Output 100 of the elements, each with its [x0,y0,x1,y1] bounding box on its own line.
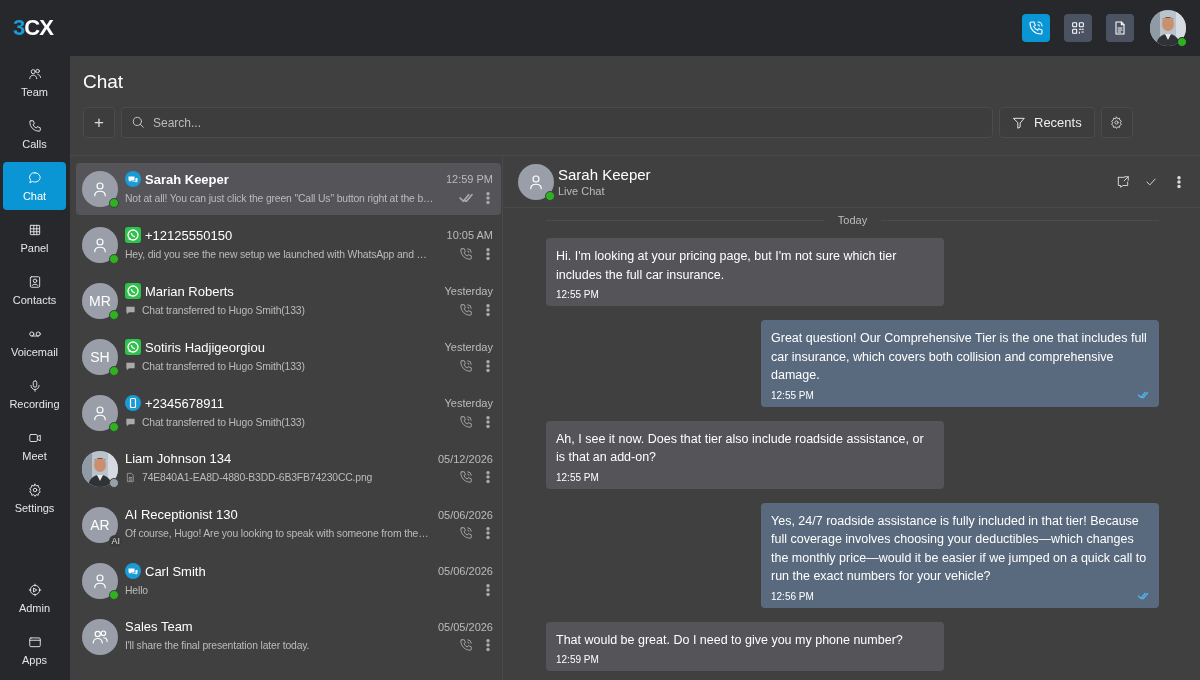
message-preview: Hey, did you see the new setup we launched with WhatsApp and … [125,248,428,260]
phone-icon[interactable] [459,470,473,484]
more-icon[interactable] [483,470,493,484]
message-time: Yesterday [444,397,493,409]
contact-name: Sotiris Hadjigeorgiou [145,339,265,355]
more-icon[interactable] [483,638,493,652]
conversation-item[interactable]: Sales Team 05/05/2026 I'll share the final presentation later today. [76,611,501,663]
message-text: That would be great. Do I need to give you my phone number? [556,631,904,649]
more-icon[interactable] [483,303,493,317]
people-icon [27,66,42,81]
message-time: 05/05/2026 [437,620,493,633]
contact-card-icon [27,274,42,289]
message-time: 10:05 AM [446,229,493,241]
phone-icon[interactable] [459,359,473,373]
conversation-item[interactable]: +2345678911 Yesterday Chat transferred to Hugo Smith(133) [76,387,501,439]
nav-item[interactable]: Panel [3,214,66,262]
nav-item[interactable]: Contacts [3,266,66,314]
nav-item[interactable]: Apps [3,626,66,674]
nav-item[interactable]: Voicemail [3,318,66,366]
contact-name: Liam Johnson 134 [125,451,232,466]
page-title: Chat [83,71,125,93]
share-icon[interactable] [1116,174,1130,189]
nav-item[interactable]: Team [3,58,66,106]
conversation-item[interactable]: Liam Johnson 134 05/12/2026 74E840A1-EA8D-4880-B3DD-6B3FB74230CC.png [76,443,501,495]
contact-name: Marian Roberts [145,283,234,299]
phone-icon[interactable] [459,303,473,317]
message-preview: 74E840A1-EA8D-4880-B3DD-6B3FB74230CC.png [142,471,374,483]
more-icon[interactable] [483,191,493,205]
phone-button[interactable] [1022,14,1050,42]
phone-icon[interactable] [459,526,473,540]
window-icon [27,634,42,649]
message-text: Hi. I'm looking at your pricing page, but I'm not sure which tier includes the full car insurance. [556,248,898,284]
conversation-item[interactable]: Sarah Keeper 12:59 PM Not at all! You can just click the green "Call Us" button right at the b… [76,163,501,215]
message-text: Yes, 24/7 roadside assistance is fully included in that tier! Because full coverage involves choosing your deductibles—which changes the monthly price—would it be easier if we jumped on a quick call to run the exact numbers for your vehicle? [771,512,1148,585]
message-preview: Not at all! You can just click the green "Call Us" button right at the b… [125,192,435,204]
funnel-icon [1012,115,1026,130]
conversation-item[interactable]: +12125550150 10:05 AM Hey, did you see the new setup we launched with WhatsApp and … [76,219,501,271]
nav-item[interactable]: Calls [3,110,66,158]
settings-icon [1110,116,1124,129]
message-preview: Chat transferred to Hugo Smith(133) [142,304,306,316]
ai-badge: AI [109,535,122,547]
message-time: Yesterday [444,285,493,297]
contact-name: AI Receptionist 130 [125,507,238,522]
message-preview: Chat transferred to Hugo Smith(133) [142,416,306,428]
message-preview: Hello [125,584,149,596]
contact-name: Sarah Keeper [145,171,229,187]
message-time: Yesterday [444,341,493,353]
nav-item[interactable]: Recording [3,370,66,418]
message-time: 05/12/2026 [437,452,493,465]
qr-code-button[interactable] [1064,14,1092,42]
more-icon[interactable] [483,359,493,373]
more-icon[interactable] [483,247,493,261]
document-button[interactable] [1106,14,1134,42]
channel-label: Live Chat [558,185,606,197]
chat-bubble-icon [27,170,42,185]
contact-name: +2345678911 [145,395,224,411]
more-icon[interactable] [483,415,493,429]
message-text: Great question! Our Comprehensive Tier is the one that includes full car insurance, which covers both collision and comprehensive damage. [771,330,1148,384]
more-icon[interactable] [483,526,493,540]
conversation-item[interactable]: AR AI AI Receptionist 130 05/06/2026 Of course, Hugo! Are you looking to speak with someone from the… [76,499,501,551]
phone-icon [1028,20,1044,36]
phone-icon[interactable] [459,247,473,261]
message-time: 12:56 PM [771,590,814,602]
phone-icon [27,118,42,133]
contact-name: Carl Smith [145,563,206,579]
contact-name: Sales Team [125,619,193,634]
person-icon [91,180,109,198]
message-time: 12:55 PM [556,471,599,483]
conversation-item[interactable]: MR Marian Roberts Yesterday Chat transferred to Hugo Smith(133) [76,275,501,327]
message-time: 12:59 PM [445,173,493,185]
grid-icon [27,222,42,237]
person-icon [91,236,109,254]
message-preview: Of course, Hugo! Are you looking to speak with someone from the… [125,527,430,539]
nav-item[interactable]: Admin [3,574,66,622]
contact-name: +12125550150 [145,227,233,243]
conversation-item[interactable]: SH Sotiris Hadjigeorgiou Yesterday Chat transferred to Hugo Smith(133) [76,331,501,383]
search-field[interactable]: Search... [121,107,993,138]
document-icon [1112,20,1128,36]
filter-button[interactable]: Recents [999,107,1095,138]
message-time: 05/06/2026 [437,508,493,521]
more-icon[interactable] [483,583,493,597]
avatar: MR [82,283,118,319]
phone-icon[interactable] [459,415,473,429]
settings-button[interactable] [1100,107,1133,138]
nav-item[interactable]: Settings [3,474,66,522]
add-button[interactable]: + [83,107,115,138]
phone-icon[interactable] [459,638,473,652]
conversation-item[interactable]: Carl Smith 05/06/2026 Hello [76,555,501,607]
person-icon [527,172,545,191]
avatar: SH [82,339,118,375]
date-separator: Today [837,214,868,226]
nav-item[interactable]: Meet [3,422,66,470]
message-time: 05/06/2026 [437,565,493,577]
people-icon [91,628,109,646]
contact-name: Sarah Keeper [558,166,651,183]
settings-icon [27,482,42,497]
message-time: 12:55 PM [556,289,599,300]
message-preview: I'll share the final presentation later today. [125,639,311,651]
message-time: 12:55 PM [771,389,814,401]
microphone-icon [27,378,42,393]
